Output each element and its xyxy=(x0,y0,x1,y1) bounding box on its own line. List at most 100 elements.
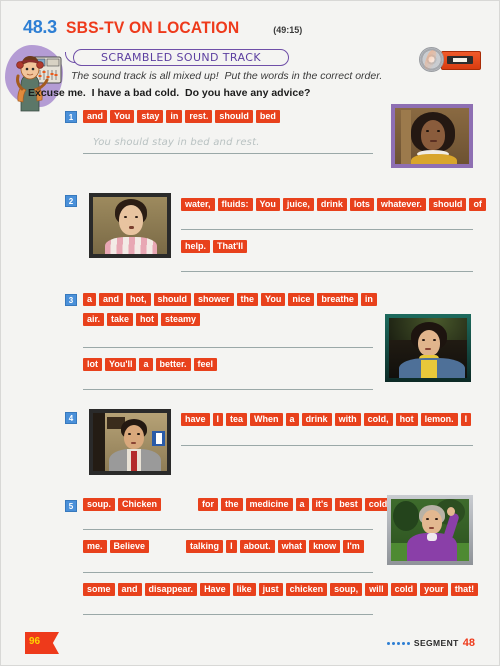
word-tile[interactable]: take xyxy=(107,313,134,326)
word-tile[interactable]: You xyxy=(110,110,135,123)
answer-line[interactable] xyxy=(83,347,373,348)
word-tile[interactable]: chicken xyxy=(285,583,328,596)
word-tile[interactable]: and xyxy=(99,293,124,306)
word-tile[interactable]: water, xyxy=(181,198,215,211)
word-tile[interactable]: a xyxy=(285,413,299,426)
word-tile[interactable]: shower xyxy=(194,293,234,306)
sound-engineer-mascot xyxy=(5,41,67,117)
word-tile[interactable]: and xyxy=(83,110,108,123)
word-tile[interactable]: soup, xyxy=(330,583,363,596)
word-tile[interactable]: of xyxy=(469,198,486,211)
word-tile[interactable]: hot, xyxy=(126,293,151,306)
word-tile[interactable]: juice, xyxy=(282,198,314,211)
activity-banner: SCRAMBLED SOUND TRACK xyxy=(65,49,289,66)
word-tile[interactable]: a xyxy=(83,293,97,306)
page-number-flag: 96 xyxy=(25,632,59,654)
word-tile[interactable]: cold, xyxy=(363,413,393,426)
word-tile[interactable]: should xyxy=(215,110,253,123)
word-tile[interactable]: You xyxy=(261,293,286,306)
answer-line[interactable] xyxy=(83,153,373,154)
word-tile[interactable]: just xyxy=(258,583,283,596)
answer-line[interactable] xyxy=(181,445,473,446)
word-tile[interactable]: hot xyxy=(395,413,418,426)
word-tile[interactable]: drink xyxy=(316,198,347,211)
exercise-number-badge: 1 xyxy=(65,111,77,123)
word-tile[interactable]: in xyxy=(360,293,377,306)
word-tile[interactable]: a xyxy=(295,498,309,511)
answer-line[interactable] xyxy=(83,529,373,530)
word-tile[interactable]: Believe xyxy=(109,540,150,553)
word-tile[interactable]: I xyxy=(460,413,472,426)
word-tile[interactable]: disappear. xyxy=(144,583,198,596)
cd-icon xyxy=(419,47,444,72)
word-tile[interactable]: cold xyxy=(390,583,418,596)
word-tile[interactable]: like xyxy=(232,583,256,596)
word-tile[interactable]: that! xyxy=(450,583,479,596)
word-tile[interactable]: in xyxy=(166,110,183,123)
word-tile[interactable]: the xyxy=(236,293,259,306)
word-tile[interactable]: better. xyxy=(155,358,191,371)
word-tile[interactable]: will xyxy=(365,583,388,596)
word-tile[interactable]: tea xyxy=(226,413,248,426)
word-tile[interactable]: nice xyxy=(288,293,315,306)
word-tile[interactable]: Have xyxy=(200,583,230,596)
exercise-number-badge: 4 xyxy=(65,412,77,424)
word-tile[interactable]: When xyxy=(250,413,283,426)
word-tile[interactable]: You xyxy=(255,198,280,211)
exercise-number-badge: 5 xyxy=(65,500,77,512)
word-tile[interactable]: hot xyxy=(136,313,159,326)
word-tile[interactable]: You'll xyxy=(105,358,137,371)
word-tile[interactable]: stay xyxy=(137,110,164,123)
exercise-photo xyxy=(89,409,171,475)
word-tile[interactable]: I xyxy=(226,540,237,553)
word-tile[interactable]: whatever. xyxy=(376,198,426,211)
word-tile[interactable]: help. xyxy=(181,240,211,253)
word-tile[interactable]: a xyxy=(139,358,153,371)
answer-text[interactable]: You should stay in bed and rest. xyxy=(93,137,260,148)
word-tile[interactable]: I xyxy=(212,413,224,426)
word-tile[interactable]: have xyxy=(181,413,210,426)
word-tile[interactable]: me. xyxy=(83,540,107,553)
word-tile[interactable]: know xyxy=(309,540,341,553)
word-tile-row: soup. Chicken for the medicine a it's be… xyxy=(83,498,397,511)
word-tile[interactable]: air. xyxy=(83,313,105,326)
word-tile[interactable]: it's xyxy=(311,498,333,511)
word-tile[interactable]: with xyxy=(334,413,361,426)
word-tile[interactable]: should xyxy=(428,198,467,211)
word-tile-row: air. take hot steamy xyxy=(83,313,203,326)
word-tile[interactable]: what xyxy=(277,540,307,553)
word-tile[interactable]: rest. xyxy=(185,110,213,123)
answer-line[interactable] xyxy=(181,229,473,230)
word-tile[interactable]: lot xyxy=(83,358,102,371)
dialogue-prompt: Excuse me. I have a bad cold. Do you hav… xyxy=(28,87,311,99)
word-tile[interactable]: the xyxy=(221,498,243,511)
word-tile[interactable]: bed xyxy=(255,110,280,123)
word-tile[interactable]: lemon. xyxy=(420,413,458,426)
word-tile[interactable]: talking xyxy=(186,540,224,553)
word-tile[interactable]: I'm xyxy=(343,540,364,553)
word-tile[interactable]: about. xyxy=(239,540,275,553)
answer-line[interactable] xyxy=(83,389,373,390)
word-tile[interactable]: some xyxy=(83,583,115,596)
word-tile[interactable]: drink xyxy=(301,413,332,426)
page-title: SBS-TV ON LOCATION xyxy=(65,18,240,37)
word-tile-row: some and disappear. Have like just chick… xyxy=(83,583,481,596)
answer-line[interactable] xyxy=(83,572,373,573)
word-tile[interactable]: and xyxy=(117,583,142,596)
answer-line[interactable] xyxy=(181,271,473,272)
word-tile[interactable]: Chicken xyxy=(118,498,162,511)
word-tile[interactable]: your xyxy=(420,583,448,596)
word-tile[interactable]: breathe xyxy=(317,293,358,306)
segment-number: 48 xyxy=(462,637,475,649)
section-number: 48.3 xyxy=(23,17,57,37)
word-tile[interactable]: medicine xyxy=(245,498,293,511)
word-tile[interactable]: feel xyxy=(193,358,218,371)
word-tile[interactable]: for xyxy=(198,498,219,511)
word-tile[interactable]: steamy xyxy=(161,313,201,326)
word-tile[interactable]: best xyxy=(335,498,362,511)
word-tile[interactable]: lots xyxy=(349,198,374,211)
word-tile[interactable]: fluids: xyxy=(217,198,253,211)
word-tile[interactable]: should xyxy=(153,293,192,306)
word-tile[interactable]: soup. xyxy=(83,498,115,511)
word-tile[interactable]: That'll xyxy=(213,240,248,253)
